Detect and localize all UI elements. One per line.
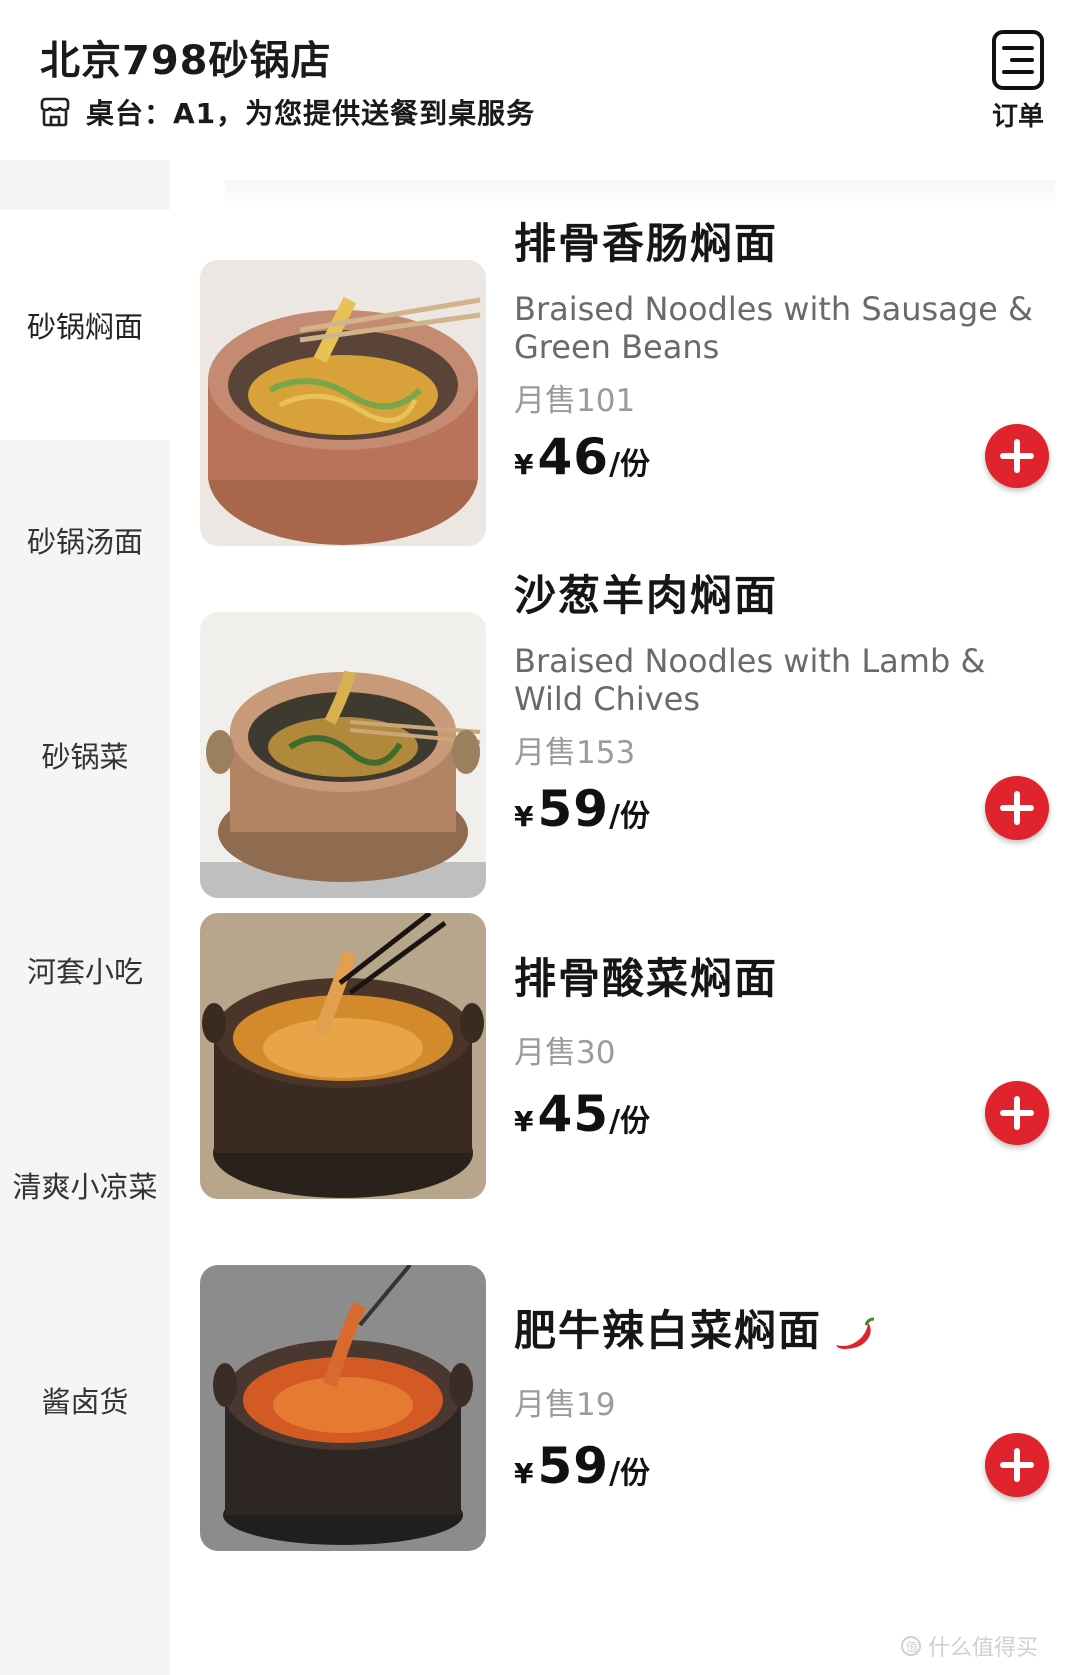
currency-symbol: ¥ <box>514 800 534 833</box>
price-unit: /份 <box>609 447 651 482</box>
dish-card[interactable]: 沙葱羊肉焖面 Braised Noodles with Lamb & Wild … <box>170 552 1080 922</box>
dish-price: ¥59/份 <box>514 780 650 838</box>
add-to-cart-button[interactable] <box>985 424 1049 488</box>
monthly-sales: 月售30 <box>514 1035 616 1071</box>
dish-price: ¥45/份 <box>514 1085 650 1143</box>
dish-name: 肥牛辣白菜焖面 <box>514 1297 876 1358</box>
price-value: 59 <box>537 780 610 838</box>
watermark: 值 什么值得买 <box>900 1630 1038 1662</box>
dish-photo[interactable] <box>200 913 486 1199</box>
dish-english-name: Braised Noodles with Lamb & Wild Chives <box>514 642 986 718</box>
dish-name-text: 肥牛辣白菜焖面 <box>514 1306 823 1355</box>
currency-symbol: ¥ <box>514 1105 534 1138</box>
chili-pepper-icon <box>836 1317 875 1349</box>
category-label: 砂锅菜 <box>41 740 129 774</box>
price-unit: /份 <box>609 1456 651 1491</box>
dish-name: 沙葱羊肉焖面 <box>514 571 779 620</box>
category-sidebar: 砂锅焖面 砂锅汤面 砂锅菜 河套小吃 清爽小凉菜 酱卤货 <box>0 160 170 1675</box>
add-to-cart-button[interactable] <box>985 776 1049 840</box>
dish-english-name: Braised Noodles with Sausage & Green Bea… <box>514 290 1033 366</box>
dish-photo[interactable] <box>200 260 486 546</box>
monthly-sales: 月售101 <box>514 383 636 419</box>
dish-name: 排骨香肠焖面 <box>514 219 779 268</box>
svg-text:值: 值 <box>906 1639 918 1654</box>
dish-list: 排骨香肠焖面 Braised Noodles with Sausage & Gr… <box>170 160 1080 1675</box>
category-label: 砂锅焖面 <box>26 310 143 344</box>
dish-photo[interactable] <box>200 612 486 898</box>
dish-photo[interactable] <box>200 1265 486 1551</box>
table-info-text: 桌台：A1，为您提供送餐到桌服务 <box>86 97 536 130</box>
category-item[interactable]: 酱卤货 <box>0 1285 170 1515</box>
price-value: 46 <box>537 428 610 486</box>
category-item[interactable]: 砂锅汤面 <box>0 425 170 655</box>
category-item[interactable]: 砂锅焖面 <box>0 210 170 440</box>
order-list-icon <box>992 30 1044 90</box>
category-item[interactable]: 清爽小凉菜 <box>0 1070 170 1300</box>
table-info-row: 桌台：A1，为您提供送餐到桌服务 <box>38 92 535 132</box>
watermark-text: 什么值得买 <box>928 1636 1039 1661</box>
shop-icon <box>40 97 70 127</box>
price-unit: /份 <box>609 799 651 834</box>
price-value: 59 <box>537 1437 610 1495</box>
add-to-cart-button[interactable] <box>985 1433 1049 1497</box>
dish-card[interactable]: 排骨酸菜焖面 月售30 ¥45/份 <box>170 905 1080 1275</box>
currency-symbol: ¥ <box>514 448 534 481</box>
dish-price: ¥59/份 <box>514 1437 650 1495</box>
dish-name: 排骨酸菜焖面 <box>514 954 779 1003</box>
app-header: 北京798砂锅店 桌台：A1，为您提供送餐到桌服务 订单 <box>0 0 1080 160</box>
order-label: 订单 <box>991 102 1044 132</box>
price-unit: /份 <box>609 1104 651 1139</box>
dish-card[interactable]: 肥牛辣白菜焖面 月售19 ¥59/份 <box>170 1257 1080 1627</box>
price-value: 45 <box>537 1085 610 1143</box>
category-item[interactable]: 河套小吃 <box>0 855 170 1085</box>
category-item[interactable]: 砂锅菜 <box>0 640 170 870</box>
order-button[interactable]: 订单 <box>978 28 1058 138</box>
monthly-sales: 月售153 <box>514 735 636 771</box>
dish-card[interactable]: 排骨香肠焖面 Braised Noodles with Sausage & Gr… <box>170 200 1080 570</box>
currency-symbol: ¥ <box>514 1457 534 1490</box>
category-label: 河套小吃 <box>26 955 143 989</box>
add-to-cart-button[interactable] <box>985 1081 1049 1145</box>
category-label: 酱卤货 <box>41 1385 129 1419</box>
category-label: 砂锅汤面 <box>26 525 143 559</box>
monthly-sales: 月售19 <box>514 1387 616 1423</box>
watermark-logo-icon: 值 <box>901 1636 921 1656</box>
store-name: 北京798砂锅店 <box>40 38 332 84</box>
dish-price: ¥46/份 <box>514 428 650 486</box>
category-label: 清爽小凉菜 <box>12 1170 158 1204</box>
